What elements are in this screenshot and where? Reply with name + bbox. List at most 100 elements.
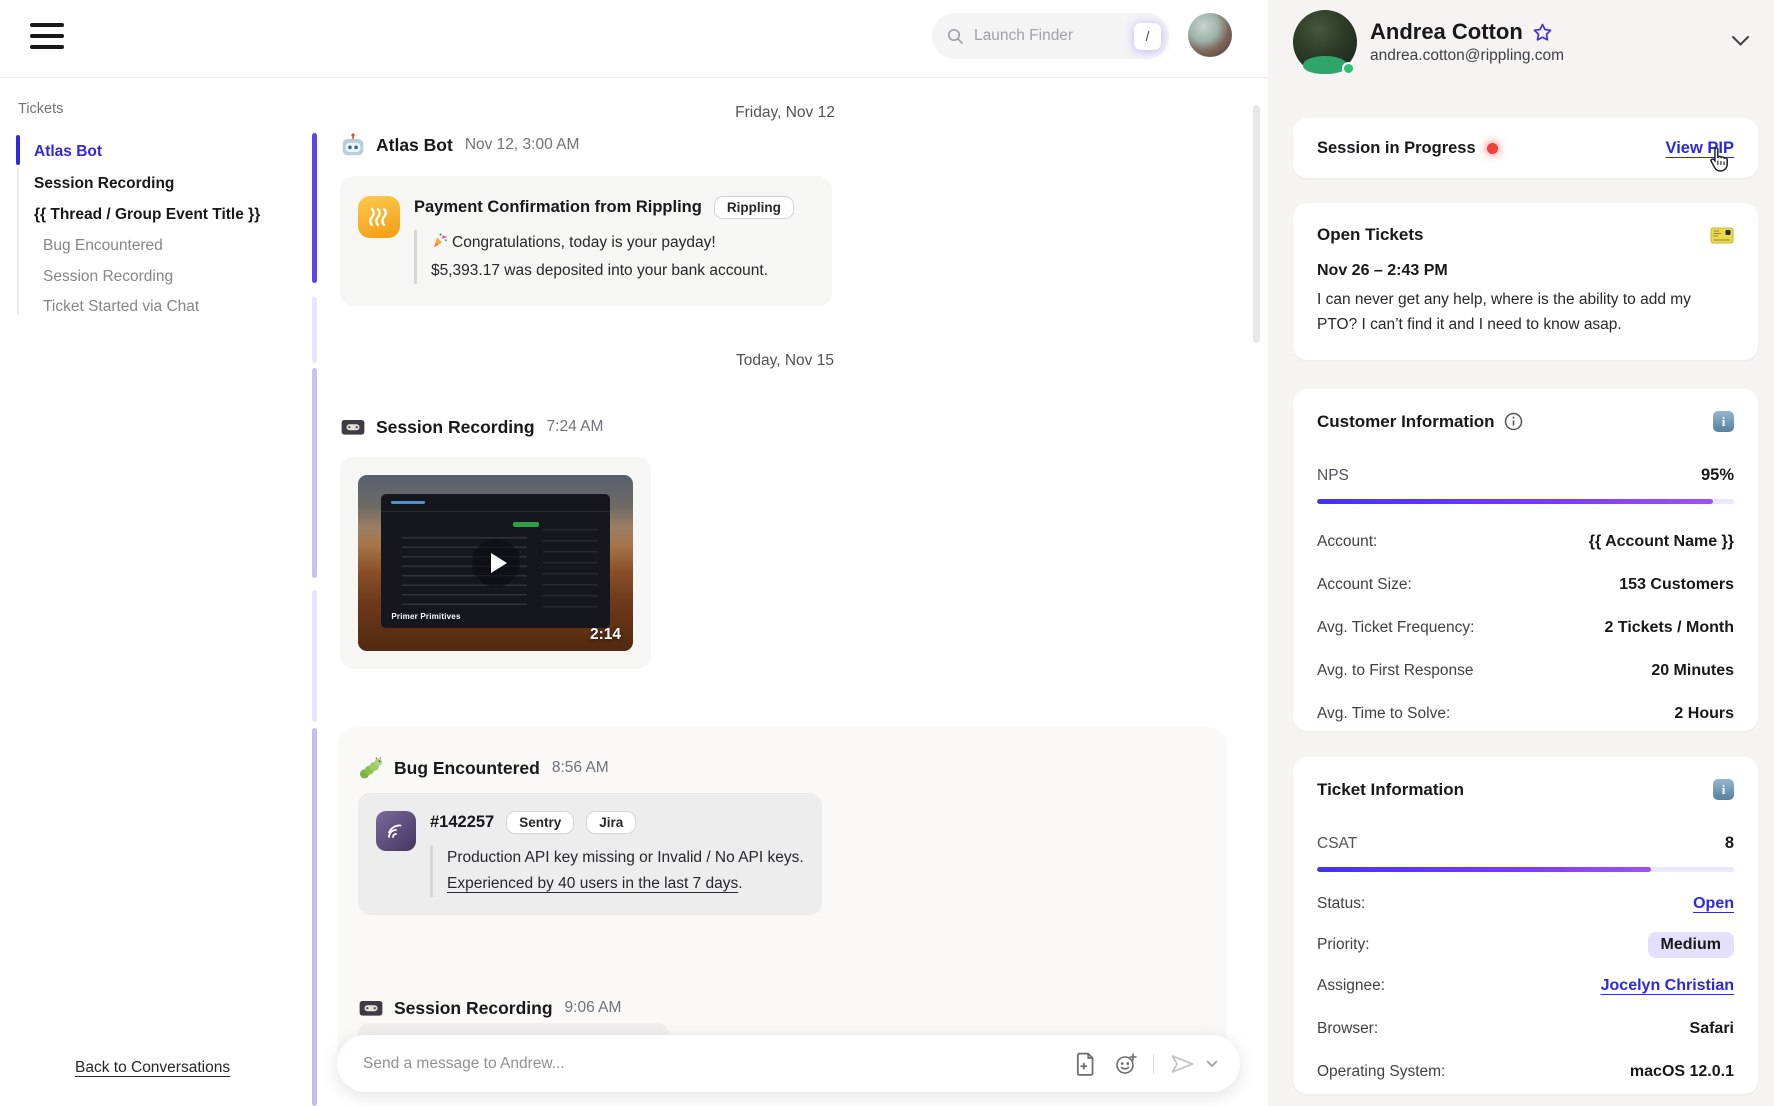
card-title: Payment Confirmation from Rippling bbox=[414, 198, 702, 217]
search-placeholder: Launch Finder bbox=[974, 27, 1134, 45]
nps-value: 95% bbox=[1701, 466, 1734, 485]
csat-progress-fill bbox=[1317, 867, 1651, 872]
cursor-pointer-icon bbox=[1705, 146, 1732, 175]
open-tickets-card: Open Tickets Nov 26 – 2:43 PM I can neve… bbox=[1293, 203, 1758, 360]
user-avatar[interactable] bbox=[1188, 13, 1232, 57]
date-divider: Today, Nov 15 bbox=[340, 352, 1230, 370]
message-author: Session Recording bbox=[376, 417, 535, 438]
row-label: Account Size: bbox=[1317, 576, 1412, 594]
csat-label: CSAT bbox=[1317, 835, 1357, 853]
row-label: Avg. Ticket Frequency: bbox=[1317, 619, 1474, 637]
sidebar-item-session-recording-2[interactable]: Session Recording bbox=[43, 268, 173, 286]
sidebar-item-atlas-bot[interactable]: Atlas Bot bbox=[34, 143, 102, 161]
message-time: 8:56 AM bbox=[552, 759, 609, 777]
nps-progress-bar bbox=[1317, 499, 1734, 504]
info-circle-icon[interactable] bbox=[1504, 412, 1523, 431]
sentry-logo-icon bbox=[376, 811, 416, 851]
video-duration: 2:14 bbox=[590, 626, 621, 644]
message-author: Session Recording bbox=[394, 998, 553, 1019]
timeline-segment bbox=[312, 728, 317, 1106]
ticket-timestamp: Nov 26 – 2:43 PM bbox=[1317, 262, 1734, 280]
add-emoji-icon[interactable] bbox=[1114, 1052, 1138, 1076]
chat-scrollbar[interactable] bbox=[1253, 105, 1260, 343]
send-button[interactable] bbox=[1169, 1052, 1196, 1076]
send-options-chevron-icon[interactable] bbox=[1206, 1060, 1218, 1068]
video-caption: Primer Primitives bbox=[391, 612, 460, 621]
sidebar-item-session-recording[interactable]: Session Recording bbox=[34, 175, 174, 193]
assignee-link[interactable]: Jocelyn Christian bbox=[1601, 977, 1734, 995]
row-value: {{ Account Name }} bbox=[1589, 533, 1734, 551]
rippling-badge[interactable]: Rippling bbox=[714, 196, 794, 219]
nps-label: NPS bbox=[1317, 467, 1349, 485]
csat-value: 8 bbox=[1725, 834, 1734, 853]
search-shortcut-key[interactable]: / bbox=[1134, 23, 1161, 50]
sidebar-item-thread-title[interactable]: {{ Thread / Group Event Title }} bbox=[34, 206, 260, 224]
composer-divider bbox=[1153, 1054, 1155, 1074]
tree-guide-line bbox=[17, 168, 19, 314]
active-item-indicator bbox=[16, 135, 20, 165]
bug-line-1: Production API key missing or Invalid / … bbox=[447, 849, 804, 866]
sidebar-item-bug-encountered[interactable]: Bug Encountered bbox=[43, 237, 163, 255]
message-author: Atlas Bot bbox=[376, 135, 453, 156]
row-value: 153 Customers bbox=[1619, 576, 1734, 594]
bug-ticket-id: #142257 bbox=[430, 813, 494, 832]
back-to-conversations-link[interactable]: Back to Conversations bbox=[75, 1059, 230, 1077]
message-header: Atlas Bot Nov 12, 3:00 AM bbox=[340, 132, 579, 158]
priority-label: Priority: bbox=[1317, 936, 1370, 954]
message-composer[interactable]: Send a message to Andrew... bbox=[337, 1035, 1240, 1092]
payment-line-2: $5,393.17 was deposited into your bank a… bbox=[431, 262, 768, 279]
ticket-message: I can never get any help, where is the a… bbox=[1317, 287, 1734, 337]
session-recording-card[interactable]: Primer Primitives 2:14 bbox=[340, 457, 651, 669]
bug-ticket-card[interactable]: #142257 Sentry Jira Production API key m… bbox=[358, 793, 822, 915]
rippling-logo-icon bbox=[358, 196, 400, 238]
thread-group-container: Bug Encountered 8:56 AM #142257 Sentry J… bbox=[338, 727, 1227, 1087]
play-button[interactable] bbox=[472, 539, 520, 587]
assignee-label: Assignee: bbox=[1317, 977, 1385, 995]
row-label: Avg. to First Response bbox=[1317, 662, 1474, 680]
timeline-segment bbox=[312, 297, 317, 363]
browser-value: Safari bbox=[1690, 1020, 1734, 1038]
info-button-icon[interactable]: i bbox=[1713, 411, 1734, 432]
sidebar-section-label: Tickets bbox=[18, 101, 63, 117]
timeline-segment bbox=[312, 368, 317, 578]
payment-confirmation-card[interactable]: Payment Confirmation from Rippling Rippl… bbox=[340, 176, 832, 306]
ticket-icon bbox=[1710, 227, 1734, 244]
search-input[interactable]: Launch Finder / bbox=[932, 13, 1169, 59]
info-button-icon[interactable]: i bbox=[1713, 779, 1734, 800]
ticket-info-title: Ticket Information bbox=[1317, 780, 1464, 800]
collapse-panel-chevron-icon[interactable] bbox=[1731, 35, 1750, 47]
star-icon[interactable] bbox=[1532, 22, 1553, 43]
timeline-segment-active bbox=[312, 133, 317, 283]
os-value: macOS 12.0.1 bbox=[1630, 1063, 1734, 1081]
online-status-dot bbox=[1342, 62, 1355, 75]
sentry-badge[interactable]: Sentry bbox=[506, 811, 574, 834]
session-title: Session in Progress bbox=[1317, 139, 1476, 158]
timeline-segment bbox=[312, 590, 317, 722]
bug-line-2-link[interactable]: Experienced by 40 users in the last 7 da… bbox=[447, 875, 738, 892]
sidebar-item-ticket-started[interactable]: Ticket Started via Chat bbox=[43, 298, 199, 316]
message-header: Session Recording 9:06 AM bbox=[358, 995, 621, 1021]
customer-name: Andrea Cotton bbox=[1370, 19, 1523, 45]
message-header: Session Recording 7:24 AM bbox=[340, 414, 603, 440]
open-tickets-title: Open Tickets bbox=[1317, 225, 1423, 245]
composer-placeholder[interactable]: Send a message to Andrew... bbox=[363, 1055, 1075, 1073]
attach-file-icon[interactable] bbox=[1075, 1052, 1097, 1076]
status-link[interactable]: Open bbox=[1693, 895, 1734, 913]
vhs-tape-icon bbox=[358, 995, 384, 1021]
customer-info-title: Customer Information bbox=[1317, 412, 1495, 432]
video-thumbnail[interactable]: Primer Primitives 2:14 bbox=[358, 475, 633, 651]
customer-email: andrea.cotton@rippling.com bbox=[1370, 47, 1564, 65]
jira-badge[interactable]: Jira bbox=[586, 811, 636, 834]
bug-line-2-suffix: . bbox=[738, 875, 742, 892]
topbar: Launch Finder / bbox=[0, 0, 1268, 78]
robot-icon bbox=[340, 132, 366, 158]
nps-progress-fill bbox=[1317, 499, 1713, 504]
hamburger-menu-icon[interactable] bbox=[30, 23, 64, 53]
bug-icon bbox=[358, 755, 384, 781]
search-icon bbox=[947, 28, 964, 45]
message-author: Bug Encountered bbox=[394, 758, 540, 779]
customer-panel: Andrea Cotton andrea.cotton@rippling.com… bbox=[1268, 0, 1774, 1106]
csat-progress-bar bbox=[1317, 867, 1734, 872]
message-time: 9:06 AM bbox=[565, 999, 622, 1017]
date-divider: Friday, Nov 12 bbox=[340, 104, 1230, 122]
